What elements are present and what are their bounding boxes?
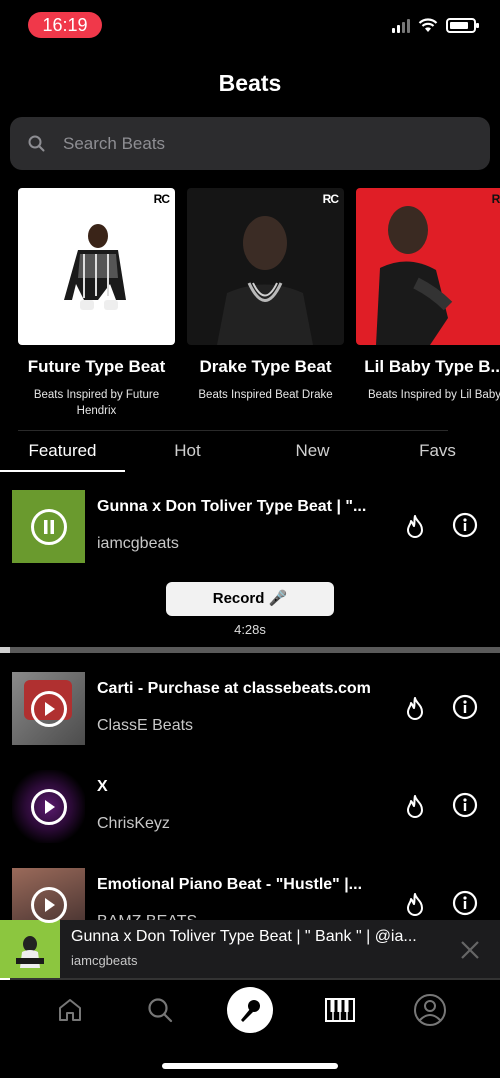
rc-logo: RC bbox=[322, 192, 339, 206]
track-artist: ChrisKeyz bbox=[97, 815, 170, 832]
tab-featured[interactable]: Featured bbox=[0, 438, 125, 472]
fire-icon[interactable] bbox=[404, 514, 426, 540]
wifi-icon bbox=[418, 18, 438, 32]
category-card-drake[interactable]: RC Drake Type Beat Beats Inspired Beat D… bbox=[187, 188, 344, 403]
track-title: Carti - Purchase at classebeats.com bbox=[97, 680, 371, 697]
tabbar-search[interactable] bbox=[135, 985, 185, 1035]
home-indicator bbox=[162, 1063, 338, 1069]
divider bbox=[18, 430, 448, 431]
record-button[interactable]: Record 🎤 bbox=[166, 582, 334, 616]
tab-new[interactable]: New bbox=[250, 438, 375, 472]
tabbar-piano[interactable] bbox=[315, 985, 365, 1035]
playback-progress-fill bbox=[0, 647, 10, 653]
category-carousel[interactable]: RC Future Type Beat Beats Inspired by Fu… bbox=[18, 188, 500, 418]
search-icon bbox=[28, 135, 45, 152]
mini-player[interactable]: Gunna x Don Toliver Type Beat | " Bank "… bbox=[0, 920, 500, 980]
track-thumbnail[interactable] bbox=[12, 672, 85, 745]
category-title: Future Type Beat bbox=[27, 357, 166, 376]
info-icon[interactable] bbox=[452, 890, 478, 916]
track-row[interactable]: Carti - Purchase at classebeats.com Clas… bbox=[12, 672, 500, 746]
play-icon[interactable] bbox=[30, 690, 67, 727]
play-icon[interactable] bbox=[30, 886, 67, 923]
playback-progress[interactable] bbox=[0, 647, 500, 653]
info-icon[interactable] bbox=[452, 694, 478, 720]
battery-icon bbox=[446, 18, 479, 33]
microphone-icon bbox=[227, 987, 273, 1033]
track-row[interactable]: X ChrisKeyz bbox=[12, 770, 500, 844]
status-icons bbox=[392, 18, 479, 33]
track-thumbnail[interactable] bbox=[12, 770, 85, 843]
category-art: RC bbox=[18, 188, 175, 345]
category-art: RC bbox=[187, 188, 344, 345]
track-row[interactable]: Gunna x Don Toliver Type Beat | "... iam… bbox=[12, 490, 500, 564]
category-subtitle: Beats Inspired by Future Hendrix bbox=[33, 389, 160, 417]
info-icon[interactable] bbox=[452, 512, 478, 538]
track-title: X bbox=[97, 778, 108, 795]
close-icon[interactable] bbox=[460, 940, 480, 960]
search-icon bbox=[148, 998, 173, 1023]
category-subtitle: Beats Inspired by Lil Baby bbox=[368, 389, 500, 401]
rc-logo: RC bbox=[491, 192, 500, 206]
profile-icon bbox=[414, 994, 446, 1026]
track-duration: 4:28s bbox=[234, 622, 266, 637]
tab-hot[interactable]: Hot bbox=[125, 438, 250, 472]
signal-icon bbox=[392, 18, 410, 33]
track-artist: ClassE Beats bbox=[97, 717, 194, 734]
status-time: 16:19 bbox=[28, 12, 102, 38]
search-bar[interactable] bbox=[10, 117, 490, 170]
fire-icon[interactable] bbox=[404, 696, 426, 722]
tabbar-home[interactable] bbox=[45, 985, 95, 1035]
mini-player-artwork[interactable] bbox=[0, 920, 60, 980]
tab-favs[interactable]: Favs bbox=[375, 438, 500, 472]
mini-player-title: Gunna x Don Toliver Type Beat | " Bank "… bbox=[71, 928, 417, 945]
home-icon bbox=[59, 999, 81, 1021]
search-input[interactable] bbox=[63, 133, 463, 154]
status-bar: 16:19 bbox=[0, 0, 500, 52]
track-thumbnail[interactable] bbox=[12, 490, 85, 563]
category-art: RC bbox=[356, 188, 500, 345]
category-subtitle: Beats Inspired Beat Drake bbox=[198, 389, 333, 401]
info-icon[interactable] bbox=[452, 792, 478, 818]
fire-icon[interactable] bbox=[404, 892, 426, 918]
pause-icon[interactable] bbox=[30, 508, 67, 545]
track-artist: iamcgbeats bbox=[97, 535, 179, 552]
track-title: Gunna x Don Toliver Type Beat | "... bbox=[97, 498, 367, 515]
rc-logo: RC bbox=[153, 192, 170, 206]
category-title: Drake Type Beat bbox=[199, 357, 332, 376]
tabbar-record[interactable] bbox=[225, 985, 275, 1035]
mini-player-artist: iamcgbeats bbox=[71, 953, 138, 968]
filter-tabs: Featured Hot New Favs bbox=[0, 438, 500, 472]
tabbar-profile[interactable] bbox=[405, 985, 455, 1035]
category-title: Lil Baby Type B... bbox=[364, 357, 500, 376]
track-title: Emotional Piano Beat - "Hustle" |... bbox=[97, 876, 363, 893]
category-card-future[interactable]: RC Future Type Beat Beats Inspired by Fu… bbox=[18, 188, 175, 418]
page-title: Beats bbox=[218, 70, 282, 96]
piano-icon bbox=[325, 998, 355, 1022]
play-icon[interactable] bbox=[30, 788, 67, 825]
category-card-lil-baby[interactable]: RC Lil Baby Type B... Beats Inspired by … bbox=[356, 188, 500, 403]
fire-icon[interactable] bbox=[404, 794, 426, 820]
bottom-tab-bar bbox=[0, 980, 500, 1040]
